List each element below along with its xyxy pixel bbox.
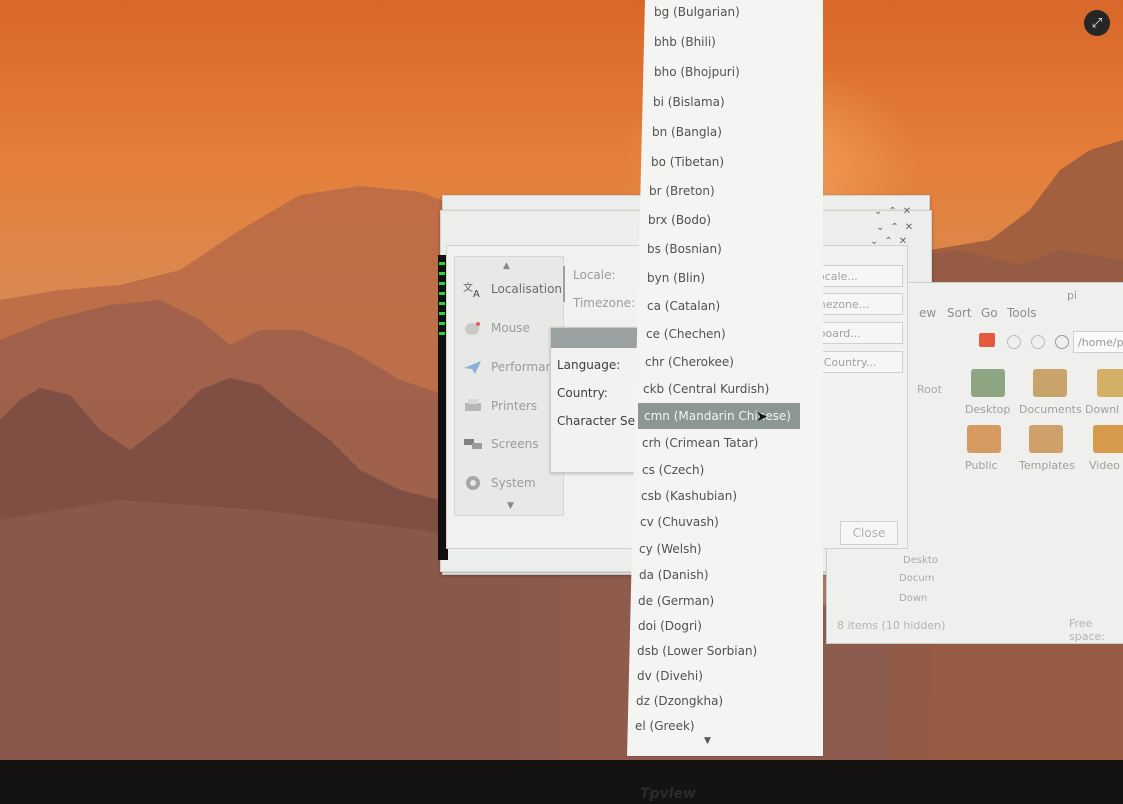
scroll-up-arrow[interactable]: ▲ (503, 261, 510, 271)
locale-label: Locale: (573, 268, 616, 282)
dropdown-scroll-down-arrow[interactable]: ▼ (704, 736, 711, 746)
path-bar[interactable]: /home/pi (1073, 331, 1123, 353)
icon-label-documents[interactable]: Documents (1019, 403, 1082, 416)
dropdown-item[interactable]: chr (Cherokee) (645, 355, 734, 369)
dropdown-item[interactable]: bi (Bislama) (653, 95, 725, 109)
folder-icon[interactable] (971, 369, 1005, 397)
dropdown-item[interactable]: cv (Chuvash) (640, 515, 719, 529)
dropdown-item[interactable]: bn (Bangla) (652, 125, 722, 139)
fullscreen-toggle-icon[interactable]: ⤢ (1084, 10, 1110, 36)
dropdown-item[interactable]: bo (Tibetan) (651, 155, 724, 169)
monitor-bezel (0, 760, 1123, 804)
dropdown-item[interactable]: dsb (Lower Sorbian) (637, 644, 757, 658)
home-icon[interactable] (979, 333, 995, 347)
country-label: Country: (557, 386, 608, 400)
videos-folder-icon[interactable] (1093, 425, 1123, 453)
status-items: 8 items (10 hidden) (837, 619, 946, 632)
status-free-space: Free space: (1069, 617, 1105, 643)
close-button[interactable]: Close (840, 521, 898, 545)
up-icon[interactable] (1055, 335, 1069, 349)
file-manager-title: pi (1067, 289, 1078, 302)
scroll-down-arrow[interactable]: ▼ (507, 501, 514, 511)
dropdown-item[interactable]: el (Greek) (635, 719, 695, 733)
timezone-label: Timezone: (573, 296, 636, 310)
dropdown-item[interactable]: bho (Bhojpuri) (654, 65, 740, 79)
preferences-sidebar[interactable]: ▲ 文A Localisation Mouse Performance Prin… (454, 256, 567, 516)
dropdown-item[interactable]: byn (Blin) (647, 271, 705, 285)
menu-view[interactable]: ew (919, 306, 936, 320)
dropdown-item[interactable]: brx (Bodo) (648, 213, 711, 227)
sidebar-item-printers[interactable]: Printers (463, 396, 537, 416)
dropdown-item[interactable]: dz (Dzongkha) (636, 694, 723, 708)
sidebar-item-label: System (491, 476, 536, 490)
side-pane-root[interactable]: Root (917, 383, 942, 396)
mouse-icon (463, 320, 483, 336)
svg-text:A: A (473, 289, 480, 297)
sidebar-item-label: Localisation (491, 282, 563, 296)
icon-label-templates[interactable]: Templates (1019, 459, 1075, 472)
monitor-brand-logo: Tpvlew (640, 786, 696, 802)
dropdown-item[interactable]: dv (Divehi) (637, 669, 703, 683)
dropdown-item[interactable]: csb (Kashubian) (641, 489, 737, 503)
language-label: Language: (557, 358, 621, 372)
screens-icon (463, 436, 483, 452)
side-pane-documents[interactable]: Docum (899, 573, 934, 584)
icon-label-videos[interactable]: Video (1089, 459, 1120, 472)
printer-icon (463, 398, 483, 414)
menu-sort[interactable]: Sort (947, 306, 972, 320)
side-pane-desktop[interactable]: Deskto (903, 555, 938, 566)
icon-label-desktop[interactable]: Desktop (965, 403, 1010, 416)
svg-text:文: 文 (463, 281, 473, 294)
dropdown-item[interactable]: ca (Catalan) (647, 299, 720, 313)
dropdown-item[interactable]: ckb (Central Kurdish) (643, 382, 769, 396)
menu-go[interactable]: Go (981, 306, 998, 320)
character-set-label: Character Set: (557, 414, 644, 428)
dropdown-item[interactable]: crh (Crimean Tatar) (642, 436, 758, 450)
dropdown-item[interactable]: da (Danish) (639, 568, 709, 582)
dropdown-item[interactable]: de (German) (638, 594, 714, 608)
sidebar-item-label: Screens (491, 437, 539, 451)
icon-label-downloads[interactable]: Downl (1085, 403, 1119, 416)
sidebar-item-label: Printers (491, 399, 538, 413)
gear-icon (463, 475, 483, 491)
dropdown-item[interactable]: cs (Czech) (642, 463, 704, 477)
dropdown-item[interactable]: bs (Bosnian) (647, 242, 722, 256)
window-controls[interactable]: ⌄⌃✕ (874, 206, 917, 217)
window-controls[interactable]: ⌄⌃✕ (876, 222, 919, 233)
templates-folder-icon[interactable] (1029, 425, 1063, 453)
back-icon[interactable] (1007, 335, 1021, 349)
public-folder-icon[interactable] (967, 425, 1001, 453)
icon-label-public[interactable]: Public (965, 459, 998, 472)
sidebar-item-screens[interactable]: Screens (463, 434, 539, 454)
sidebar-item-label: Mouse (491, 321, 530, 335)
dropdown-item[interactable]: bg (Bulgarian) (654, 5, 740, 19)
dropdown-item[interactable]: doi (Dogri) (638, 619, 702, 633)
performance-icon (463, 359, 483, 375)
language-dropdown-list[interactable] (627, 0, 823, 756)
localisation-icon: 文A (463, 281, 483, 300)
dropdown-item[interactable]: bhb (Bhili) (654, 35, 716, 49)
dropdown-item[interactable]: br (Breton) (649, 184, 715, 198)
side-pane-downloads[interactable]: Down (899, 593, 927, 604)
sidebar-item-system[interactable]: System (463, 473, 536, 493)
dropdown-item-selected[interactable]: cmn (Mandarin Chinese) (638, 403, 800, 429)
documents-folder-icon[interactable] (1033, 369, 1067, 397)
desktop-wallpaper: ⌄⌃✕ ⌄⌃✕ ⌄⌃✕ pi ew Sort Go Tools /home/pi… (0, 0, 1123, 760)
sidebar-item-mouse[interactable]: Mouse (463, 318, 530, 338)
mouse-cursor: ➤ (756, 409, 768, 425)
forward-icon[interactable] (1031, 335, 1045, 349)
downloads-folder-icon[interactable] (1097, 369, 1123, 397)
dropdown-item[interactable]: ce (Chechen) (646, 327, 726, 341)
sidebar-item-localisation[interactable]: 文A Localisation (463, 279, 563, 300)
sidebar-divider (563, 266, 565, 302)
menu-tools[interactable]: Tools (1007, 306, 1037, 320)
dropdown-item[interactable]: cy (Welsh) (639, 542, 702, 556)
